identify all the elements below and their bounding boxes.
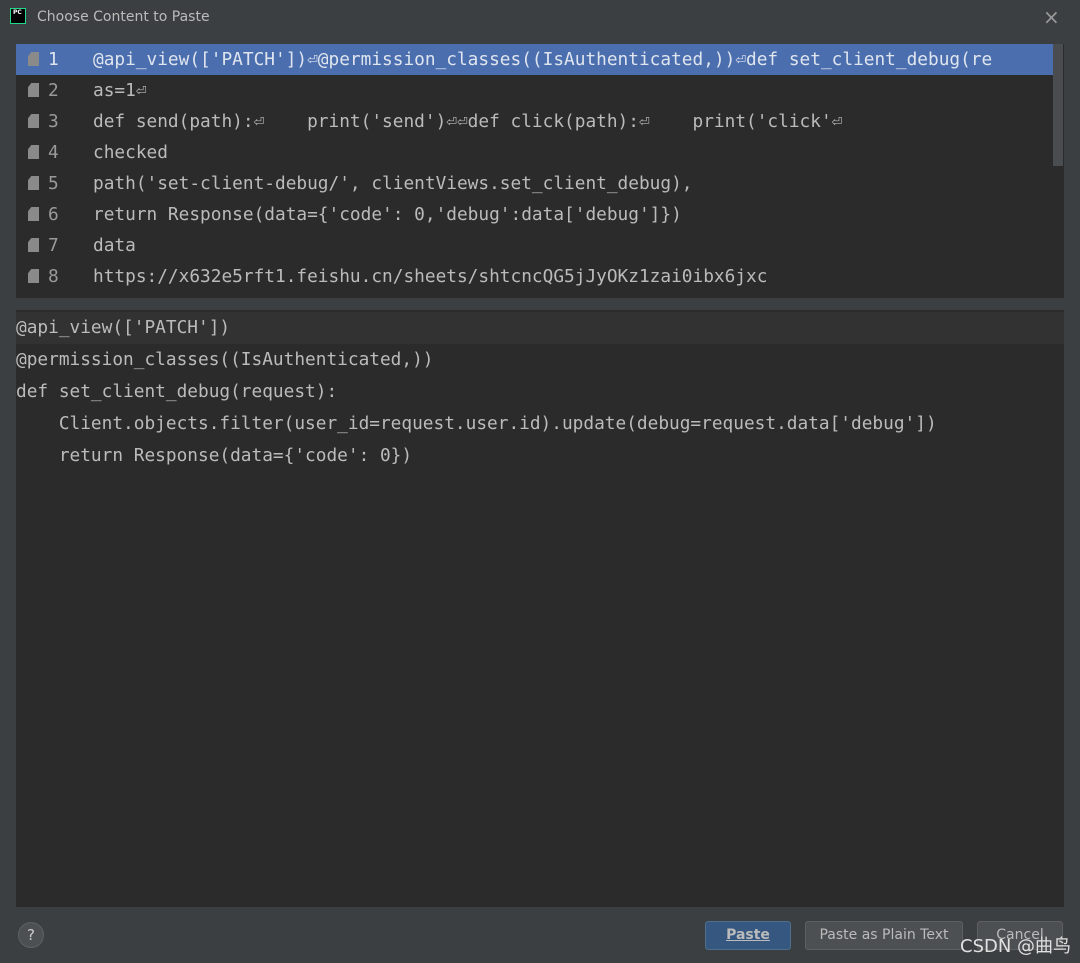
preview-line: @permission_classes((IsAuthenticated,))	[16, 349, 434, 370]
file-icon	[28, 83, 39, 97]
list-scrollbar[interactable]	[1053, 44, 1063, 166]
item-number: 3	[48, 111, 59, 132]
paste-button[interactable]: Paste	[705, 921, 791, 950]
watermark: CSDN @曲鸟	[960, 936, 1072, 957]
pycharm-icon: PC	[10, 8, 26, 24]
file-icon	[28, 238, 39, 252]
preview-line: Client.objects.filter(user_id=request.us…	[16, 413, 937, 434]
close-icon[interactable]: ×	[1043, 5, 1060, 29]
item-text: return Response(data={'code': 0,'debug':…	[93, 204, 682, 225]
file-icon	[28, 207, 39, 221]
file-icon	[28, 145, 39, 159]
item-number: 6	[48, 204, 59, 225]
list-item[interactable]: 4 checked	[16, 137, 1056, 168]
item-number: 2	[48, 80, 59, 101]
help-button[interactable]: ?	[18, 922, 44, 948]
list-item[interactable]: 3 def send(path):⏎ print('send')⏎⏎def cli…	[16, 106, 1056, 137]
content-preview[interactable]: @api_view(['PATCH']) @permission_classes(…	[16, 310, 1064, 907]
item-text: path('set-client-debug/', clientViews.se…	[93, 173, 693, 194]
preview-line: @api_view(['PATCH'])	[16, 312, 1064, 344]
list-item[interactable]: 5 path('set-client-debug/', clientViews.s…	[16, 168, 1056, 199]
file-icon	[28, 114, 39, 128]
list-item[interactable]: 8 https://x632e5rft1.feishu.cn/sheets/sht…	[16, 261, 1056, 292]
file-icon	[28, 52, 39, 66]
list-item-partial[interactable]	[16, 292, 1056, 298]
item-number: 8	[48, 266, 59, 287]
file-icon	[28, 176, 39, 190]
item-text: def send(path):⏎ print('send')⏎⏎def clic…	[93, 111, 843, 132]
preview-line: return Response(data={'code': 0})	[16, 445, 413, 466]
item-number: 7	[48, 235, 59, 256]
title-bar: PC Choose Content to Paste ×	[0, 0, 1080, 36]
item-text: data	[93, 235, 136, 256]
clipboard-list[interactable]: 1 @api_view(['PATCH'])⏎@permission_classe…	[16, 44, 1064, 298]
item-text: @api_view(['PATCH'])⏎@permission_classes…	[93, 49, 993, 70]
item-number: 1	[48, 49, 59, 70]
paste-label: Paste	[726, 927, 770, 943]
preview-line: def set_client_debug(request):	[16, 381, 338, 402]
item-text: checked	[93, 142, 168, 163]
item-number: 4	[48, 142, 59, 163]
file-icon	[28, 269, 39, 283]
item-number: 5	[48, 173, 59, 194]
list-item[interactable]: 1 @api_view(['PATCH'])⏎@permission_classe…	[16, 44, 1056, 75]
list-item[interactable]: 7 data	[16, 230, 1056, 261]
item-text: as=1⏎	[93, 80, 147, 101]
list-item[interactable]: 6 return Response(data={'code': 0,'debug'…	[16, 199, 1056, 230]
item-text: https://x632e5rft1.feishu.cn/sheets/shtc…	[93, 266, 768, 287]
dialog-title: Choose Content to Paste	[37, 9, 210, 25]
paste-plain-text-button[interactable]: Paste as Plain Text	[805, 921, 963, 950]
list-item[interactable]: 2 as=1⏎	[16, 75, 1056, 106]
